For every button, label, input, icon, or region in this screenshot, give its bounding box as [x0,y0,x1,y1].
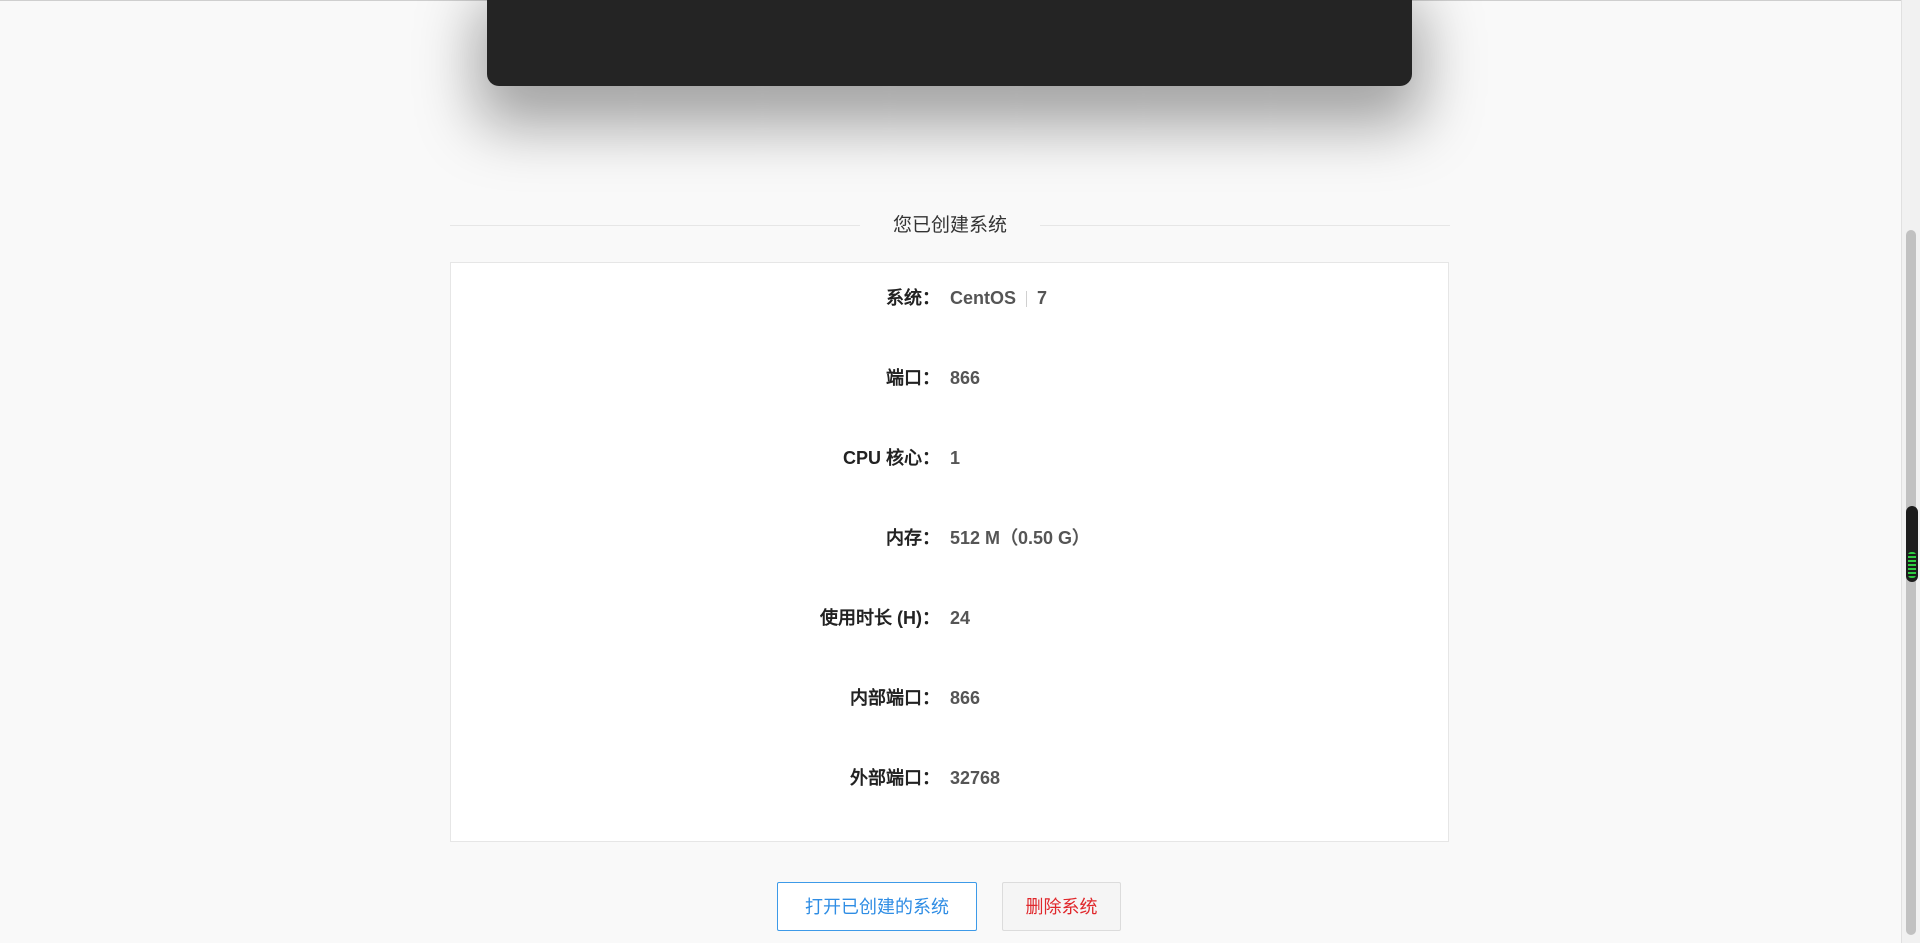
os-label: 系统： [886,288,940,308]
os-name: CentOS [950,288,1017,308]
memory-value: 512 M（0.50 G） [950,528,1091,548]
os-value: CentOS 7 [950,283,1047,313]
info-row-memory: 内存： 512 M（0.50 G） [451,523,1448,553]
page: 您已创建系统 系统： CentOS 7 端口： 866 CPU 核心： 1 内存：… [0,0,1920,943]
scrollbar-thumb[interactable] [1906,230,1916,935]
port-label: 端口： [886,368,940,388]
scroll-indicator-icon[interactable] [1906,506,1918,582]
terminal-panel[interactable] [487,0,1412,86]
cpu-value: 1 [950,448,961,468]
duration-value: 24 [950,608,971,628]
delete-system-button[interactable]: 删除系统 [1002,882,1121,931]
duration-label: 使用时长 (H)： [820,608,940,628]
info-row-external-port: 外部端口： 32768 [451,763,1448,793]
memory-label: 内存： [886,528,940,548]
port-value: 866 [950,368,981,388]
divider-line-right [1040,225,1450,226]
system-info-card: 系统： CentOS 7 端口： 866 CPU 核心： 1 内存： 512 M（… [450,262,1449,842]
scroll-indicator-level [1908,552,1916,578]
section-divider: 您已创建系统 [450,212,1450,240]
external-port-value: 32768 [950,768,1001,788]
section-title: 您已创建系统 [892,215,1007,236]
external-port-label: 外部端口： [850,768,940,788]
info-row-duration: 使用时长 (H)： 24 [451,603,1448,633]
divider-line-left [450,225,860,226]
info-row-cpu: CPU 核心： 1 [451,443,1448,473]
os-version: 7 [1037,288,1048,308]
vertical-scrollbar[interactable] [1901,0,1920,943]
os-separator [1026,291,1028,308]
info-row-internal-port: 内部端口： 866 [451,683,1448,713]
open-system-button[interactable]: 打开已创建的系统 [777,882,977,931]
internal-port-value: 866 [950,688,981,708]
cpu-label: CPU 核心： [842,448,940,468]
internal-port-label: 内部端口： [850,688,940,708]
info-row-port: 端口： 866 [451,363,1448,393]
info-row-os: 系统： CentOS 7 [451,283,1448,313]
